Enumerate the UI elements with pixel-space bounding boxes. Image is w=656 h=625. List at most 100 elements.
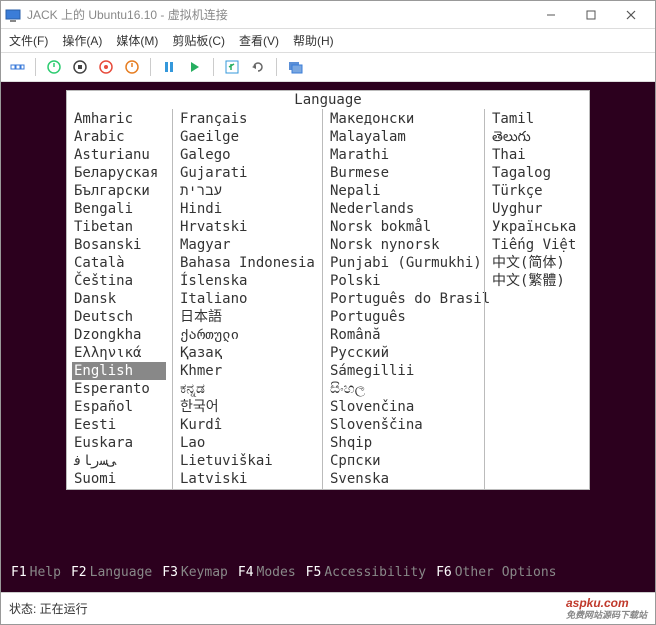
language-item[interactable]: 한국어 bbox=[178, 398, 316, 416]
minimize-button[interactable] bbox=[531, 2, 571, 28]
language-item[interactable]: Čeština bbox=[72, 272, 166, 290]
app-icon bbox=[5, 7, 21, 23]
language-item[interactable]: Sámegillii bbox=[328, 362, 478, 380]
language-item[interactable]: Marathi bbox=[328, 146, 478, 164]
language-item[interactable]: Magyar bbox=[178, 236, 316, 254]
ctrl-alt-del-button[interactable] bbox=[7, 57, 27, 77]
language-item[interactable]: Español bbox=[72, 398, 166, 416]
language-item[interactable]: Беларуская bbox=[72, 164, 166, 182]
language-item[interactable]: Deutsch bbox=[72, 308, 166, 326]
shutdown-button[interactable] bbox=[96, 57, 116, 77]
language-item[interactable]: Punjabi (Gurmukhi) bbox=[328, 254, 478, 272]
language-item[interactable]: Gaeilge bbox=[178, 128, 316, 146]
language-item[interactable]: Română bbox=[328, 326, 478, 344]
language-item[interactable]: Euskara bbox=[72, 434, 166, 452]
language-item[interactable]: Polski bbox=[328, 272, 478, 290]
language-item[interactable]: Amharic bbox=[72, 110, 166, 128]
language-item[interactable]: Türkçe bbox=[490, 182, 583, 200]
reset-button[interactable] bbox=[185, 57, 205, 77]
language-item[interactable]: Tamil bbox=[490, 110, 583, 128]
language-item[interactable]: Tagalog bbox=[490, 164, 583, 182]
language-item[interactable]: සිංහල bbox=[328, 380, 478, 398]
language-item[interactable]: Português bbox=[328, 308, 478, 326]
language-item[interactable]: Norsk bokmål bbox=[328, 218, 478, 236]
language-item[interactable]: ﻰﺳﺭﺎﻓ bbox=[72, 452, 166, 470]
language-item[interactable]: 中文(简体) bbox=[490, 254, 583, 272]
menu-clipboard[interactable]: 剪贴板(C) bbox=[172, 32, 225, 49]
language-item[interactable]: Tiếng Việt bbox=[490, 236, 583, 254]
language-item[interactable]: Русский bbox=[328, 344, 478, 362]
language-item[interactable]: Français bbox=[178, 110, 316, 128]
save-button[interactable] bbox=[122, 57, 142, 77]
language-item[interactable]: Hrvatski bbox=[178, 218, 316, 236]
language-item[interactable]: ಕನ್ನಡ bbox=[178, 380, 316, 398]
language-item[interactable]: Kurdî bbox=[178, 416, 316, 434]
language-item[interactable]: Nepali bbox=[328, 182, 478, 200]
language-item[interactable]: Català bbox=[72, 254, 166, 272]
language-item[interactable]: Қазақ bbox=[178, 344, 316, 362]
language-item[interactable]: తెలుగు bbox=[490, 128, 583, 146]
language-item[interactable]: English bbox=[72, 362, 166, 380]
language-item[interactable]: Svenska bbox=[328, 470, 478, 488]
language-item[interactable]: Esperanto bbox=[72, 380, 166, 398]
language-item[interactable]: Bengali bbox=[72, 200, 166, 218]
menu-action[interactable]: 操作(A) bbox=[62, 32, 102, 49]
fkey-f5[interactable]: F5Accessibility bbox=[306, 565, 426, 580]
language-item[interactable]: Ελληνικά bbox=[72, 344, 166, 362]
language-item[interactable]: Dansk bbox=[72, 290, 166, 308]
language-item[interactable]: Italiano bbox=[178, 290, 316, 308]
language-item[interactable]: Íslenska bbox=[178, 272, 316, 290]
language-item[interactable]: Српски bbox=[328, 452, 478, 470]
language-item[interactable]: Galego bbox=[178, 146, 316, 164]
language-item[interactable]: ქართული bbox=[178, 326, 316, 344]
language-item[interactable]: Lao bbox=[178, 434, 316, 452]
menu-file[interactable]: 文件(F) bbox=[9, 32, 48, 49]
language-item[interactable]: Lietuviškai bbox=[178, 452, 316, 470]
start-button[interactable] bbox=[44, 57, 64, 77]
vm-display[interactable]: Language AmharicArabicAsturianuБеларуска… bbox=[1, 82, 655, 592]
language-item[interactable]: עברית bbox=[178, 182, 316, 200]
checkpoint-button[interactable] bbox=[222, 57, 242, 77]
language-item[interactable]: Slovenščina bbox=[328, 416, 478, 434]
language-item[interactable]: Suomi bbox=[72, 470, 166, 488]
fkey-f6[interactable]: F6Other Options bbox=[436, 565, 556, 580]
close-button[interactable] bbox=[611, 2, 651, 28]
language-item[interactable]: 中文(繁體) bbox=[490, 272, 583, 290]
language-item[interactable]: Uyghur bbox=[490, 200, 583, 218]
language-item[interactable]: Македонски bbox=[328, 110, 478, 128]
language-item[interactable]: Asturianu bbox=[72, 146, 166, 164]
language-item[interactable]: Eesti bbox=[72, 416, 166, 434]
maximize-button[interactable] bbox=[571, 2, 611, 28]
language-item[interactable]: Hindi bbox=[178, 200, 316, 218]
fkey-f1[interactable]: F1Help bbox=[11, 565, 61, 580]
language-item[interactable]: Български bbox=[72, 182, 166, 200]
language-item[interactable]: Bahasa Indonesia bbox=[178, 254, 316, 272]
language-item[interactable]: Tibetan bbox=[72, 218, 166, 236]
language-item[interactable]: Norsk nynorsk bbox=[328, 236, 478, 254]
enhanced-session-button[interactable] bbox=[285, 57, 305, 77]
language-item[interactable]: Gujarati bbox=[178, 164, 316, 182]
menu-help[interactable]: 帮助(H) bbox=[293, 32, 334, 49]
language-item[interactable]: Burmese bbox=[328, 164, 478, 182]
language-item[interactable]: 日本語 bbox=[178, 308, 316, 326]
language-item[interactable]: Українська bbox=[490, 218, 583, 236]
language-item[interactable]: Shqip bbox=[328, 434, 478, 452]
revert-button[interactable] bbox=[248, 57, 268, 77]
language-item[interactable]: Nederlands bbox=[328, 200, 478, 218]
stop-button[interactable] bbox=[70, 57, 90, 77]
fkey-f2[interactable]: F2Language bbox=[71, 565, 152, 580]
language-item[interactable]: Slovenčina bbox=[328, 398, 478, 416]
language-item[interactable]: Thai bbox=[490, 146, 583, 164]
language-item[interactable]: Arabic bbox=[72, 128, 166, 146]
menu-view[interactable]: 查看(V) bbox=[239, 32, 279, 49]
pause-button[interactable] bbox=[159, 57, 179, 77]
menu-media[interactable]: 媒体(M) bbox=[116, 32, 158, 49]
language-item[interactable]: Português do Brasil bbox=[328, 290, 478, 308]
language-item[interactable]: Bosanski bbox=[72, 236, 166, 254]
language-item[interactable]: Dzongkha bbox=[72, 326, 166, 344]
language-item[interactable]: Khmer bbox=[178, 362, 316, 380]
language-item[interactable]: Malayalam bbox=[328, 128, 478, 146]
language-item[interactable]: Latviski bbox=[178, 470, 316, 488]
fkey-f3[interactable]: F3Keymap bbox=[162, 565, 228, 580]
fkey-f4[interactable]: F4Modes bbox=[238, 565, 296, 580]
